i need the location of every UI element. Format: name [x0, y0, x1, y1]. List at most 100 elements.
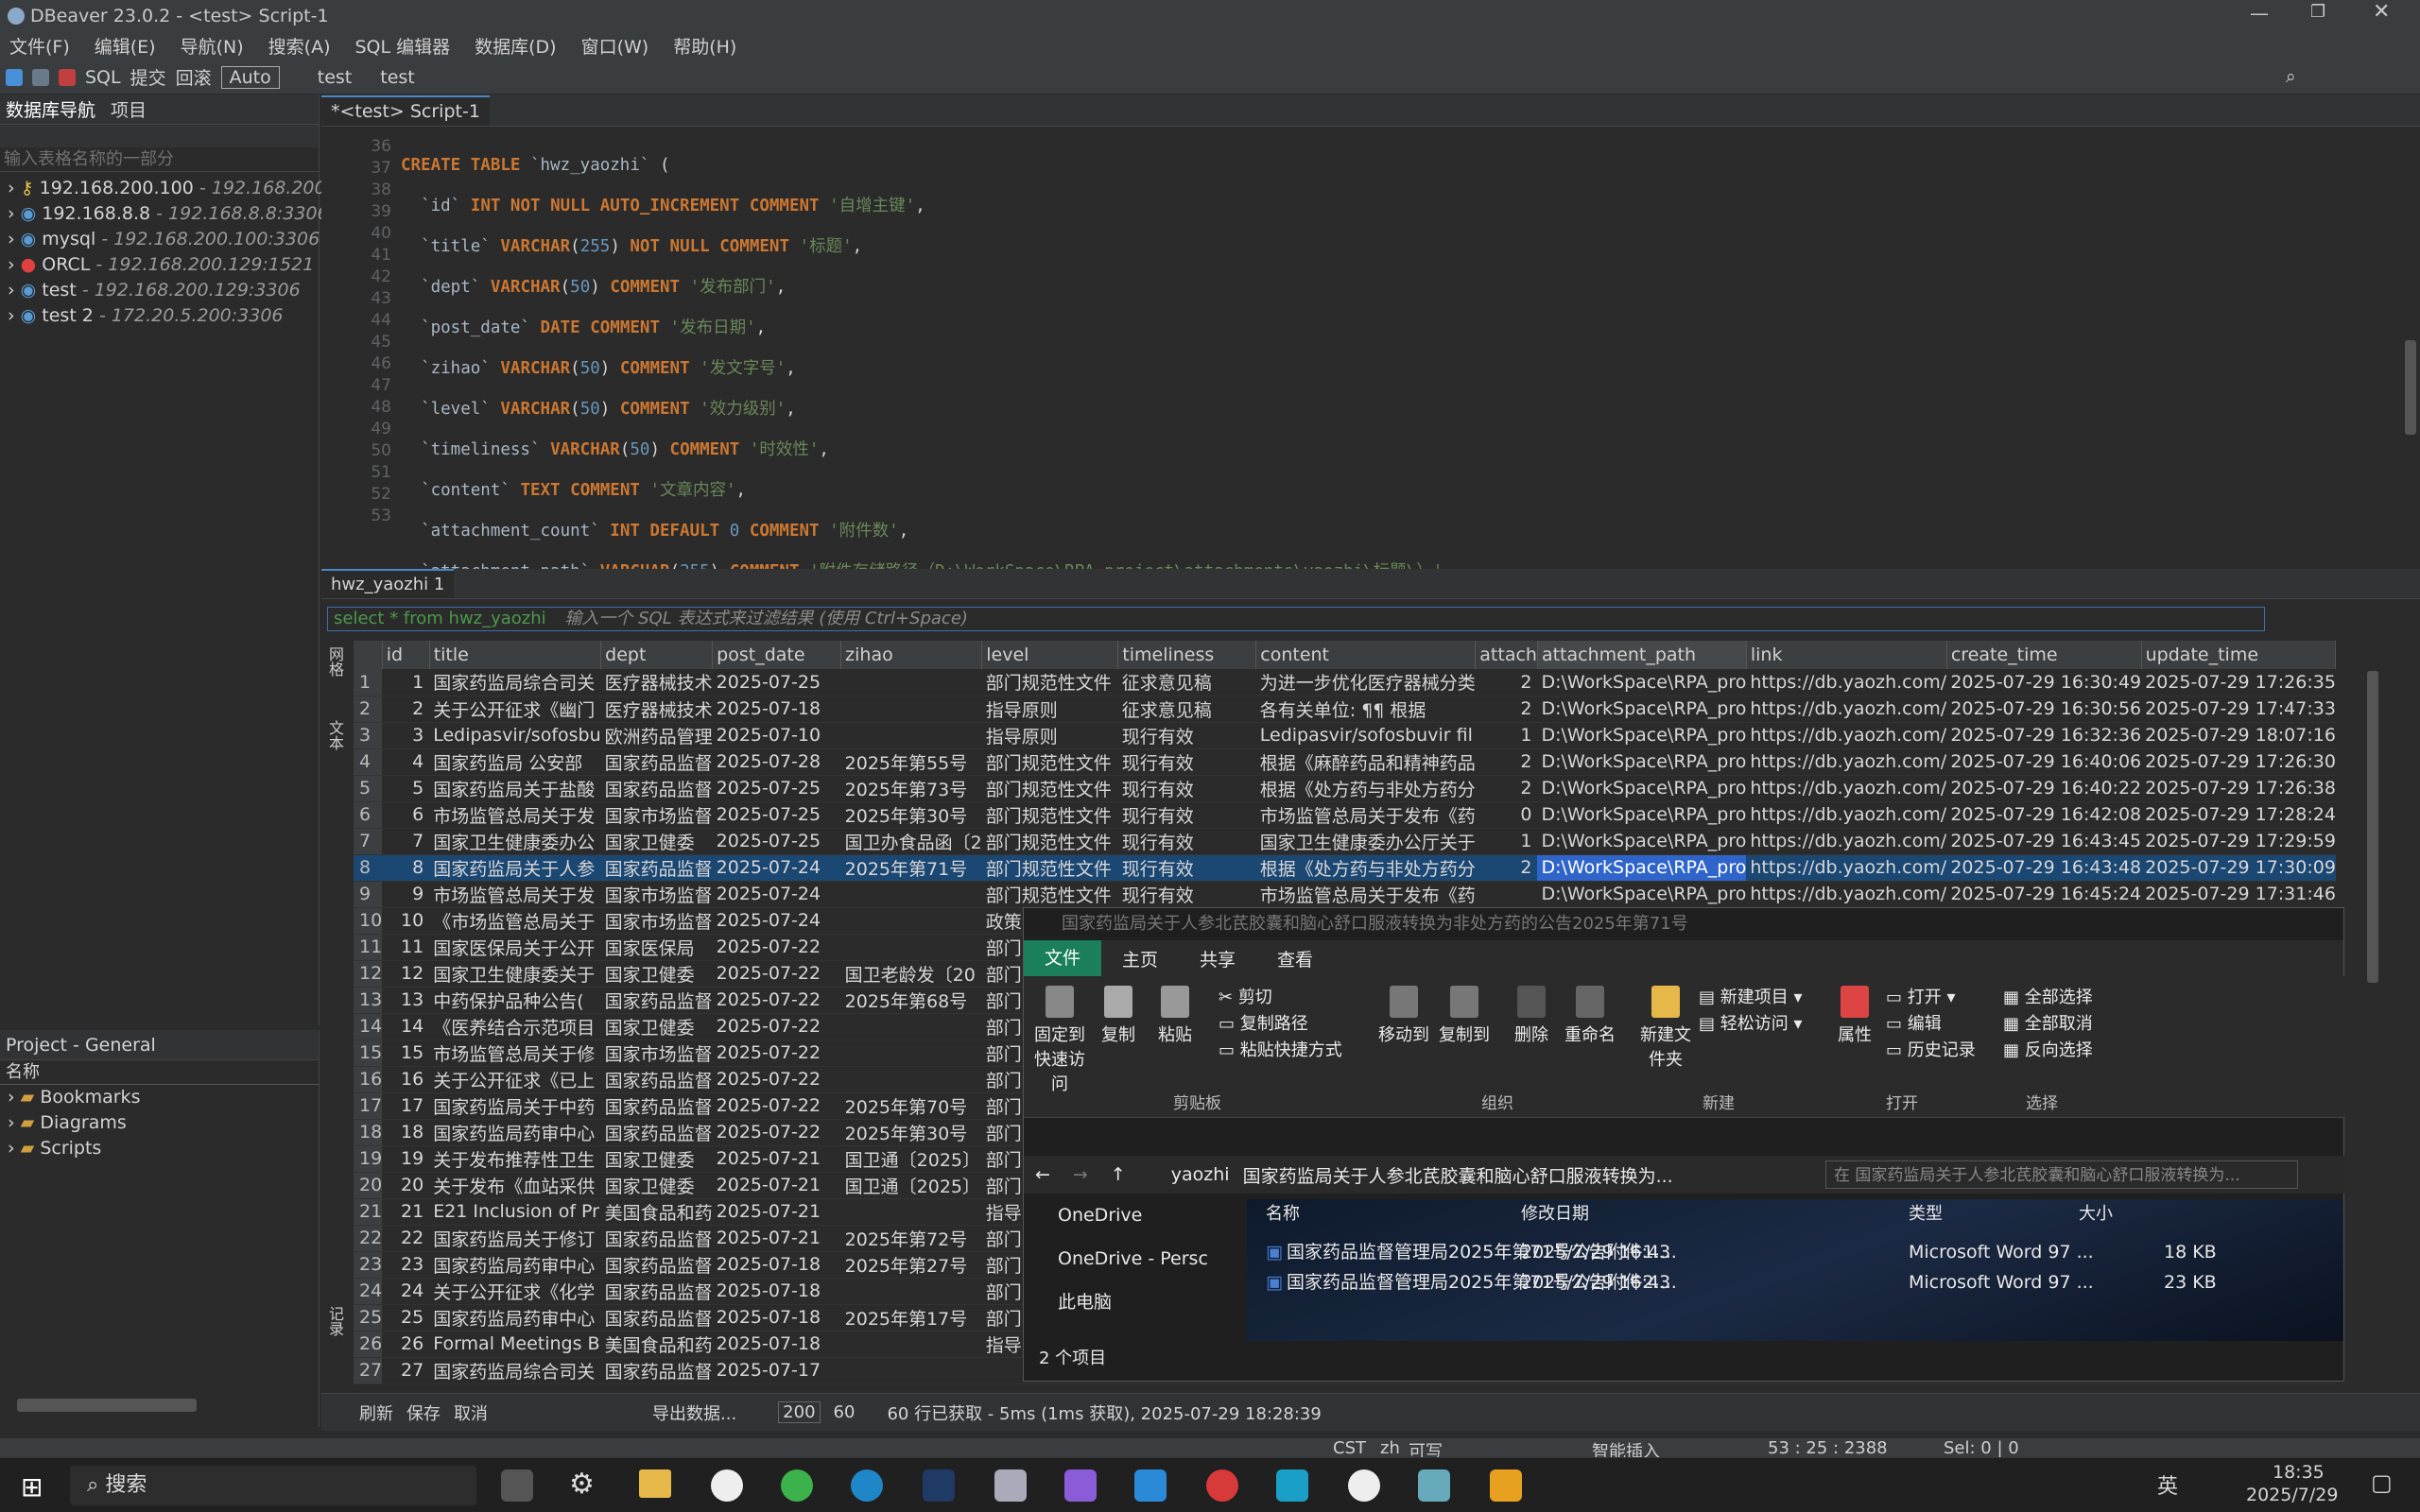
grid-cell[interactable]: 国家卫健委	[600, 960, 713, 988]
grid-cell[interactable]: 关于公开征求《幽门	[429, 696, 601, 723]
grid-cell[interactable]: https://db.yaozh.com/	[1746, 801, 1947, 829]
ribbon-tab-file[interactable]: 文件	[1024, 940, 1102, 976]
grid-cell[interactable]	[1475, 881, 1538, 908]
grid-cell[interactable]: 现行有效	[1117, 775, 1256, 802]
col-header[interactable]: id	[382, 641, 430, 669]
grid-cell[interactable]: 国卫通〔2025〕	[840, 1145, 982, 1173]
commit-button[interactable]: 提交	[130, 64, 166, 90]
grid-cell[interactable]: 国家医保局关于公开	[429, 934, 601, 961]
grid-cell[interactable]	[840, 722, 982, 749]
fetch-size-input[interactable]: 200	[778, 1401, 821, 1423]
close-button[interactable]: ✕	[2373, 0, 2390, 24]
grid-cell[interactable]: 关于公开征求《化学	[429, 1278, 601, 1305]
search-icon[interactable]: ⌕	[2286, 66, 2296, 87]
row-number[interactable]: 22	[354, 1225, 383, 1252]
row-number[interactable]: 16	[354, 1066, 383, 1093]
table-row[interactable]: 7 7 国家卫生健康委办公 国家卫健委 2025-07-25 国卫办食品函〔2 部门规范性文…	[354, 828, 2336, 855]
grid-cell[interactable]: 部门规范性文件	[981, 854, 1118, 882]
grid-cell[interactable]: 2025-07-29 17:30:09	[2141, 854, 2336, 882]
grid-cell[interactable]: https://db.yaozh.com/	[1746, 669, 1947, 696]
row-number[interactable]: 21	[354, 1198, 383, 1226]
menu-window[interactable]: 窗口(W)	[581, 33, 649, 59]
grid-cell[interactable]: 5	[382, 775, 430, 802]
grid-cell[interactable]: D:\WorkSpace\RPA_pro	[1537, 722, 1747, 749]
grid-vertical-scrollbar[interactable]	[2367, 671, 2378, 983]
project-title[interactable]: Project - General	[6, 1035, 156, 1056]
table-row[interactable]: 3 3 Ledipasvir/sofosbu 欧洲药品管理 2025-07-10 指导原则…	[354, 722, 2336, 749]
grid-cell[interactable]: 2025-07-17	[712, 1357, 841, 1384]
grid-cell[interactable]: 国家药品监督	[600, 748, 713, 776]
grid-cell[interactable]: 国家药监局药审中心	[429, 1251, 601, 1279]
ime-indicator[interactable]: 英	[2157, 1469, 2178, 1500]
grid-cell[interactable]: 现行有效	[1117, 722, 1256, 749]
grid-cell[interactable]: 2	[1475, 854, 1538, 882]
nav-item[interactable]: 此电脑	[1058, 1280, 1247, 1324]
maximize-button[interactable]: ❐	[2310, 2, 2325, 22]
grid-cell[interactable]: 25	[382, 1304, 430, 1332]
grid-cell[interactable]: 2025-07-29 16:43:45	[1946, 828, 2142, 855]
grid-cell[interactable]: 国家药品监督	[600, 1225, 713, 1252]
breadcrumb-root[interactable]: yaozhi	[1171, 1164, 1230, 1185]
taskbar-search[interactable]: ⌕ 搜索	[70, 1466, 476, 1505]
grid-cell[interactable]: 9	[382, 881, 430, 908]
app-icon[interactable]	[1064, 1469, 1097, 1502]
save-button[interactable]: 保存	[406, 1400, 441, 1425]
grid-cell[interactable]: Ledipasvir/sofosbu	[429, 722, 601, 749]
grid-cell[interactable]: 部门规范性文件	[981, 881, 1118, 908]
grid-cell[interactable]: 部门规范性文件	[981, 748, 1118, 776]
tree-item-connection[interactable]: › ⚷ 192.168.200.100 - 192.168.200.1	[8, 176, 343, 201]
new-connection-icon[interactable]	[6, 68, 23, 86]
grid-cell[interactable]: 2025-07-22	[712, 1013, 841, 1040]
grid-cell[interactable]: 2025-07-21	[712, 1225, 841, 1252]
side-tab-record[interactable]: 记录	[326, 1306, 346, 1336]
row-number[interactable]: 27	[354, 1357, 383, 1384]
grid-cell[interactable]: 《医养结合示范项目	[429, 1013, 601, 1040]
paste-button[interactable]: 粘贴	[1149, 986, 1201, 1046]
grid-cell[interactable]: 指导原则	[981, 722, 1118, 749]
grid-cell[interactable]: 2	[1475, 696, 1538, 723]
grid-cell[interactable]: 2025-07-29 17:47:33	[2141, 696, 2336, 723]
grid-cell[interactable]: 为进一步优化医疗器械分类	[1255, 669, 1476, 696]
grid-cell[interactable]: 国家药监局药审中心	[429, 1119, 601, 1146]
grid-cell[interactable]: 2025-07-18	[712, 1304, 841, 1332]
grid-cell[interactable]: 24	[382, 1278, 430, 1305]
grid-cell[interactable]: https://db.yaozh.com/	[1746, 854, 1947, 882]
grid-cell[interactable]: 1	[1475, 828, 1538, 855]
grid-cell[interactable]: 2025-07-24	[712, 854, 841, 882]
grid-cell[interactable]: D:\WorkSpace\RPA_pro	[1537, 854, 1747, 882]
app-icon[interactable]	[1348, 1469, 1380, 1502]
row-number[interactable]: 1	[354, 669, 383, 696]
col-header[interactable]: update_time	[2141, 641, 2337, 669]
table-row[interactable]: 4 4 国家药监局 公安部 国家药品监督 2025-07-28 2025年第55号 部门规范…	[354, 748, 2336, 776]
grid-cell[interactable]: 2025-07-29 16:30:49	[1946, 669, 2142, 696]
grid-cell[interactable]: 2025年第71号	[840, 854, 982, 882]
grid-cell[interactable]: 根据《麻醉药品和精神药品	[1255, 748, 1476, 776]
grid-cell[interactable]: 国家卫健委	[600, 1172, 713, 1199]
filter-input[interactable]: 输入一个 SQL 表达式来过滤结果 (使用 Ctrl+Space)	[564, 609, 968, 628]
grid-cell[interactable]: 国家药监局关于人参	[429, 854, 601, 882]
grid-cell[interactable]: 2025-07-28	[712, 748, 841, 776]
grid-cell[interactable]: 19	[382, 1145, 430, 1173]
grid-cell[interactable]: 国家药品监督	[600, 1357, 713, 1384]
grid-cell[interactable]: 国家市场监督	[600, 907, 713, 935]
grid-cell[interactable]: 7	[382, 828, 430, 855]
grid-cell[interactable]: 21	[382, 1198, 430, 1226]
tree-item-connection[interactable]: › ● ORCL - 192.168.200.129:1521	[8, 252, 319, 278]
tree-item-connection[interactable]: › ◉ 192.168.8.8 - 192.168.8.8:3306	[8, 201, 329, 227]
menu-help[interactable]: 帮助(H)	[673, 33, 736, 59]
grid-cell[interactable]: Formal Meetings B	[429, 1331, 601, 1358]
new-folder-button[interactable]: 新建文件夹	[1634, 986, 1697, 1071]
row-number[interactable]: 3	[354, 722, 383, 749]
clock-time[interactable]: 18:35	[2273, 1462, 2325, 1483]
grid-cell[interactable]: 2025-07-22	[712, 960, 841, 988]
delete-button[interactable]: 删除	[1508, 986, 1555, 1046]
grid-cell[interactable]: 2025-07-29 16:42:08	[1946, 801, 2142, 829]
table-row[interactable]: 2 2 关于公开征求《幽门 医疗器械技术 2025-07-18 指导原则 征求意见稿 各有关单…	[354, 696, 2336, 723]
grid-cell[interactable]: D:\WorkSpace\RPA_pro	[1537, 748, 1747, 776]
grid-cell[interactable]: 2025-07-29 16:30:56	[1946, 696, 2142, 723]
grid-cell[interactable]: 2025-07-18	[712, 696, 841, 723]
copy-to-button[interactable]: 复制到	[1436, 986, 1493, 1046]
grid-cell[interactable]: 国家药品监督	[600, 1251, 713, 1279]
vscode-icon[interactable]	[1134, 1469, 1167, 1502]
grid-cell[interactable]: 国卫老龄发〔20	[840, 960, 982, 988]
